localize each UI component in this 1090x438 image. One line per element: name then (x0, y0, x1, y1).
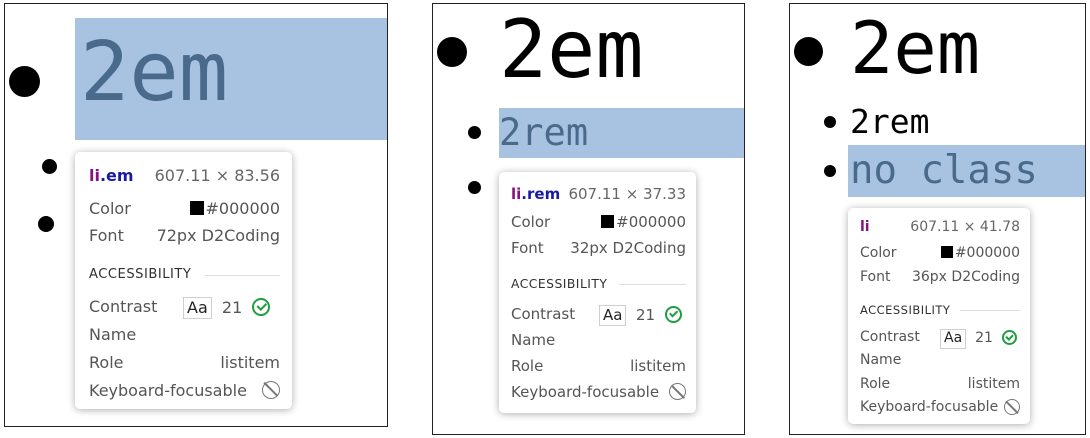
list-item-2rem[interactable]: 2rem (499, 114, 588, 151)
keyboard-focusable-label: Keyboard-focusable (511, 383, 660, 401)
contrast-aa-sample: Aa (599, 305, 627, 326)
list-bullet (468, 126, 481, 139)
list-item-2em[interactable]: 2em (499, 10, 644, 90)
contrast-label: Contrast (89, 297, 158, 316)
color-swatch (940, 246, 953, 258)
tooltip-selector: li (860, 219, 870, 235)
tooltip-dimensions: 607.11 × 83.56 (154, 166, 280, 185)
list-bullet (437, 37, 467, 67)
role-label: Role (511, 357, 544, 375)
list-bullet (824, 165, 836, 177)
color-value: #000000 (189, 199, 280, 218)
contrast-aa-sample: Aa (940, 329, 967, 349)
section-divider (205, 275, 280, 276)
name-label: Name (511, 331, 556, 349)
contrast-ratio: Aa 21 (599, 305, 682, 326)
tooltip-dimensions: 607.11 × 37.33 (568, 185, 686, 203)
not-focusable-icon (669, 383, 686, 401)
role-value: listitem (220, 353, 280, 372)
color-swatch (601, 215, 615, 228)
inspect-tooltip: li.rem 607.11 × 37.33 Color #000000 Font… (499, 172, 696, 413)
list-bullet (794, 37, 823, 66)
list-bullet (38, 216, 54, 232)
contrast-aa-sample: Aa (183, 297, 212, 319)
list-bullet (42, 159, 57, 174)
tooltip-selector: li.em (89, 166, 134, 185)
font-label: Font (860, 269, 891, 285)
list-item-no-class[interactable]: no class (850, 151, 1038, 190)
inspect-tooltip: li 607.11 × 41.78 Color #000000 Font 36p… (848, 208, 1030, 424)
not-focusable-icon (1004, 399, 1020, 416)
panel-em: 2em li.em 607.11 × 83.56 Color #000000 F… (4, 3, 388, 427)
name-label: Name (89, 325, 137, 344)
color-label: Color (860, 245, 897, 261)
font-value: 36px D2Coding (911, 269, 1020, 285)
contrast-label: Contrast (860, 329, 920, 345)
list-item-2em[interactable]: 2em (80, 32, 228, 114)
list-item-2rem[interactable]: 2rem (850, 105, 929, 138)
panel-no-class: 2em 2rem no class li 607.11 × 41.78 Colo… (789, 3, 1086, 435)
accessibility-heading: ACCESSIBILITY (860, 303, 951, 317)
tooltip-dimensions: 607.11 × 41.78 (910, 219, 1020, 235)
accessibility-heading: ACCESSIBILITY (511, 277, 608, 291)
check-circle-icon (252, 298, 271, 316)
font-label: Font (89, 226, 124, 245)
contrast-ratio: Aa 21 (183, 297, 271, 319)
check-circle-icon (1001, 330, 1017, 345)
list-item-2em[interactable]: 2em (850, 12, 980, 84)
inspect-tooltip: li.em 607.11 × 83.56 Color #000000 Font … (75, 152, 292, 409)
name-label: Name (860, 352, 902, 368)
tooltip-selector: li.rem (511, 185, 561, 203)
contrast-ratio: Aa 21 (940, 329, 1017, 349)
list-bullet (9, 66, 40, 97)
section-divider (619, 284, 686, 285)
color-swatch (189, 201, 204, 215)
contrast-label: Contrast (511, 305, 576, 323)
color-label: Color (89, 199, 131, 218)
role-value: listitem (630, 357, 686, 375)
font-value: 72px D2Coding (156, 226, 280, 245)
keyboard-focusable-label: Keyboard-focusable (860, 399, 999, 415)
role-value: listitem (967, 376, 1020, 392)
keyboard-focusable-label: Keyboard-focusable (89, 381, 247, 400)
role-label: Role (860, 376, 891, 392)
list-bullet (824, 116, 836, 128)
not-focusable-icon (262, 381, 280, 400)
role-label: Role (89, 353, 124, 372)
accessibility-heading: ACCESSIBILITY (89, 267, 192, 282)
panel-rem: 2em 2rem li.rem 607.11 × 37.33 Color #00… (432, 3, 745, 435)
color-value: #000000 (940, 245, 1020, 261)
color-label: Color (511, 213, 551, 231)
font-label: Font (511, 239, 544, 257)
color-value: #000000 (601, 213, 686, 231)
list-bullet (468, 181, 481, 194)
font-value: 32px D2Coding (570, 239, 686, 257)
section-divider (960, 310, 1020, 311)
check-circle-icon (664, 306, 682, 323)
